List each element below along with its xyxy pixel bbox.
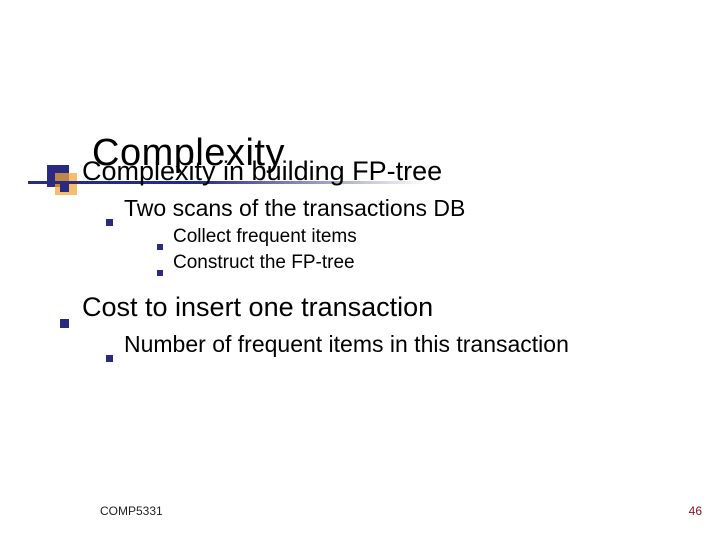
bullet-text: Collect frequent items (173, 226, 357, 248)
bullet-text: Two scans of the transactions DB (124, 195, 465, 222)
bullet-text: Number of frequent items in this transac… (124, 331, 569, 358)
bullet-icon (60, 183, 69, 192)
bullet-text: Construct the FP-tree (173, 252, 355, 274)
bullet-icon (106, 219, 113, 226)
footer-page-number: 46 (689, 504, 702, 518)
slide-body: Complexity in building FP-tree Two scans… (60, 150, 700, 368)
bullet-icon (60, 319, 69, 328)
bullet-icon (157, 270, 163, 276)
bullet-icon (157, 244, 163, 250)
bullet-icon (106, 355, 113, 362)
footer-course-code: COMP5331 (100, 504, 163, 518)
bullet-text: Cost to insert one transaction (82, 292, 433, 323)
bullet-text: Complexity in building FP-tree (82, 156, 442, 187)
